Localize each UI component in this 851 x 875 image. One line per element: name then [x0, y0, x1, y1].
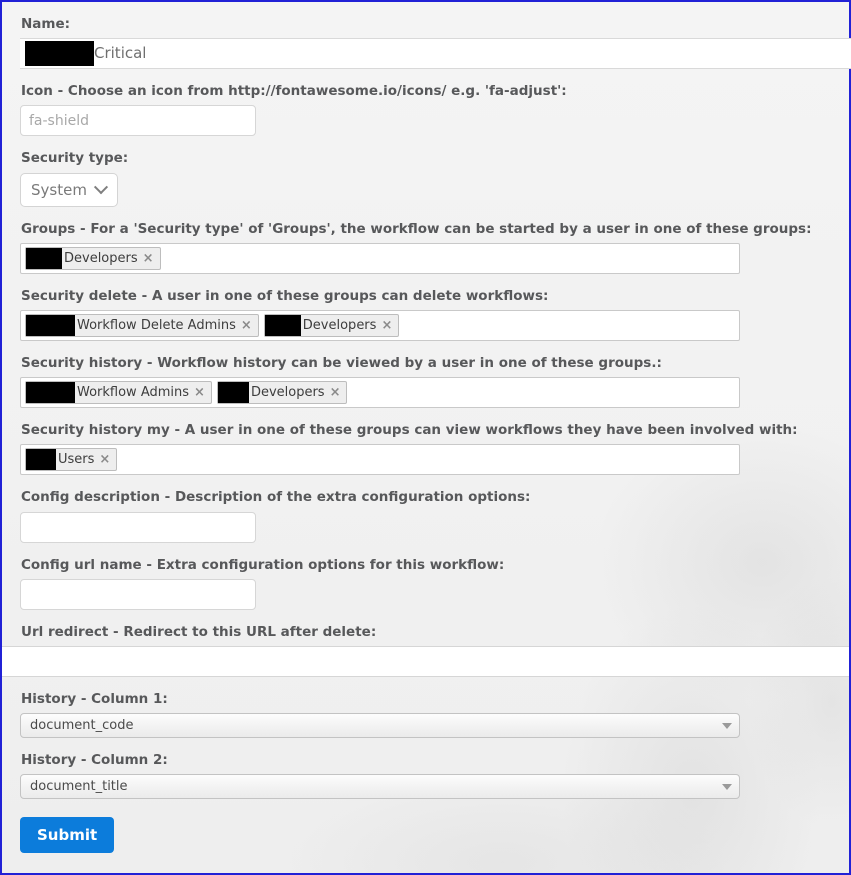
- redaction-block-tag: [217, 382, 249, 404]
- remove-tag-icon[interactable]: ×: [240, 319, 253, 332]
- tag-chip-label: Workflow Delete Admins: [77, 317, 236, 333]
- label-groups: Groups - For a 'Security type' of 'Group…: [21, 220, 812, 237]
- field-history-column-1: History - Column 1: document_code: [20, 690, 849, 739]
- label-config-url-name: Config url name - Extra configuration op…: [21, 556, 505, 573]
- security-history-tag-input[interactable]: Workflow Admins × Developers ×: [20, 377, 740, 409]
- field-config-url-name: Config url name - Extra configuration op…: [20, 557, 849, 610]
- redaction-block-tag: [26, 247, 62, 269]
- redaction-block-tag: [26, 382, 75, 404]
- field-url-redirect: Url redirect - Redirect to this URL afte…: [2, 623, 849, 677]
- label-security-history-my: Security history my - A user in one of t…: [21, 422, 798, 439]
- remove-tag-icon[interactable]: ×: [193, 386, 206, 399]
- field-icon: Icon - Choose an icon from http://fontaw…: [20, 83, 849, 137]
- submit-button[interactable]: Submit: [20, 817, 115, 854]
- security-type-value: System: [31, 180, 87, 199]
- label-name: Name:: [21, 16, 71, 32]
- caret-down-icon: [722, 722, 732, 729]
- field-history-column-2: History - Column 2: document_title: [20, 752, 849, 800]
- caret-down-icon: [722, 783, 732, 790]
- tag-chip[interactable]: Developers ×: [263, 313, 400, 337]
- groups-tag-input[interactable]: Developers ×: [20, 242, 740, 274]
- field-security-history-my: Security history my - A user in one of t…: [20, 422, 849, 476]
- remove-tag-icon[interactable]: ×: [98, 453, 111, 466]
- remove-tag-icon[interactable]: ×: [142, 252, 155, 265]
- name-input[interactable]: Critical: [20, 38, 851, 70]
- remove-tag-icon[interactable]: ×: [329, 386, 342, 399]
- tag-chip-label: Developers: [302, 317, 377, 333]
- tag-chip-label: Workflow Admins: [77, 385, 190, 401]
- tag-chip[interactable]: Workflow Delete Admins ×: [25, 313, 259, 337]
- icon-input[interactable]: [20, 105, 256, 137]
- redaction-block-tag: [26, 314, 75, 336]
- label-security-history: Security history - Workflow history can …: [21, 354, 662, 371]
- history-column-2-select[interactable]: document_title: [20, 774, 740, 800]
- field-config-description: Config description - Description of the …: [20, 489, 849, 543]
- label-icon: Icon - Choose an icon from http://fontaw…: [21, 83, 567, 100]
- field-name: Name: Critical: [20, 16, 851, 70]
- field-security-delete: Security delete - A user in one of these…: [20, 288, 849, 341]
- label-url-redirect: Url redirect - Redirect to this URL afte…: [21, 623, 377, 640]
- field-groups: Groups - For a 'Security type' of 'Group…: [20, 221, 849, 274]
- label-security-delete: Security delete - A user in one of these…: [21, 287, 549, 304]
- field-security-type: Security type: System: [20, 150, 849, 207]
- remove-tag-icon[interactable]: ×: [380, 319, 393, 332]
- security-history-my-tag-input[interactable]: Users ×: [20, 444, 740, 476]
- name-input-row: Critical: [2, 38, 851, 70]
- label-security-type: Security type:: [21, 150, 129, 167]
- name-input-value: Critical: [94, 44, 147, 63]
- tag-chip-label: Developers: [250, 385, 325, 401]
- tag-chip[interactable]: Developers ×: [216, 381, 348, 405]
- security-delete-tag-input[interactable]: Workflow Delete Admins × Developers ×: [20, 309, 740, 341]
- chevron-down-icon: [93, 179, 109, 194]
- field-security-history: Security history - Workflow history can …: [20, 354, 849, 409]
- config-description-input[interactable]: [20, 511, 256, 543]
- label-config-description: Config description - Description of the …: [21, 489, 531, 506]
- history-column-2-value: document_title: [30, 779, 128, 795]
- redaction-block-name: [25, 41, 94, 67]
- tag-chip-label: Developers: [64, 250, 138, 266]
- redaction-block-tag: [26, 449, 56, 471]
- security-type-select[interactable]: System: [20, 172, 118, 207]
- workflow-settings-form: Name: Critical Icon - Choose an icon fro…: [2, 2, 851, 854]
- history-column-1-select[interactable]: document_code: [20, 713, 740, 739]
- tag-chip[interactable]: Workflow Admins ×: [25, 381, 212, 405]
- label-history-column-2: History - Column 2:: [21, 752, 168, 769]
- tag-chip-label: Users: [58, 452, 95, 468]
- history-column-1-value: document_code: [30, 718, 134, 734]
- config-url-name-input[interactable]: [20, 578, 256, 610]
- url-redirect-input[interactable]: [2, 645, 849, 677]
- tag-chip[interactable]: Users ×: [25, 448, 118, 472]
- label-history-column-1: History - Column 1:: [21, 690, 168, 707]
- redaction-block-tag: [264, 314, 301, 336]
- tag-chip[interactable]: Developers ×: [25, 246, 161, 270]
